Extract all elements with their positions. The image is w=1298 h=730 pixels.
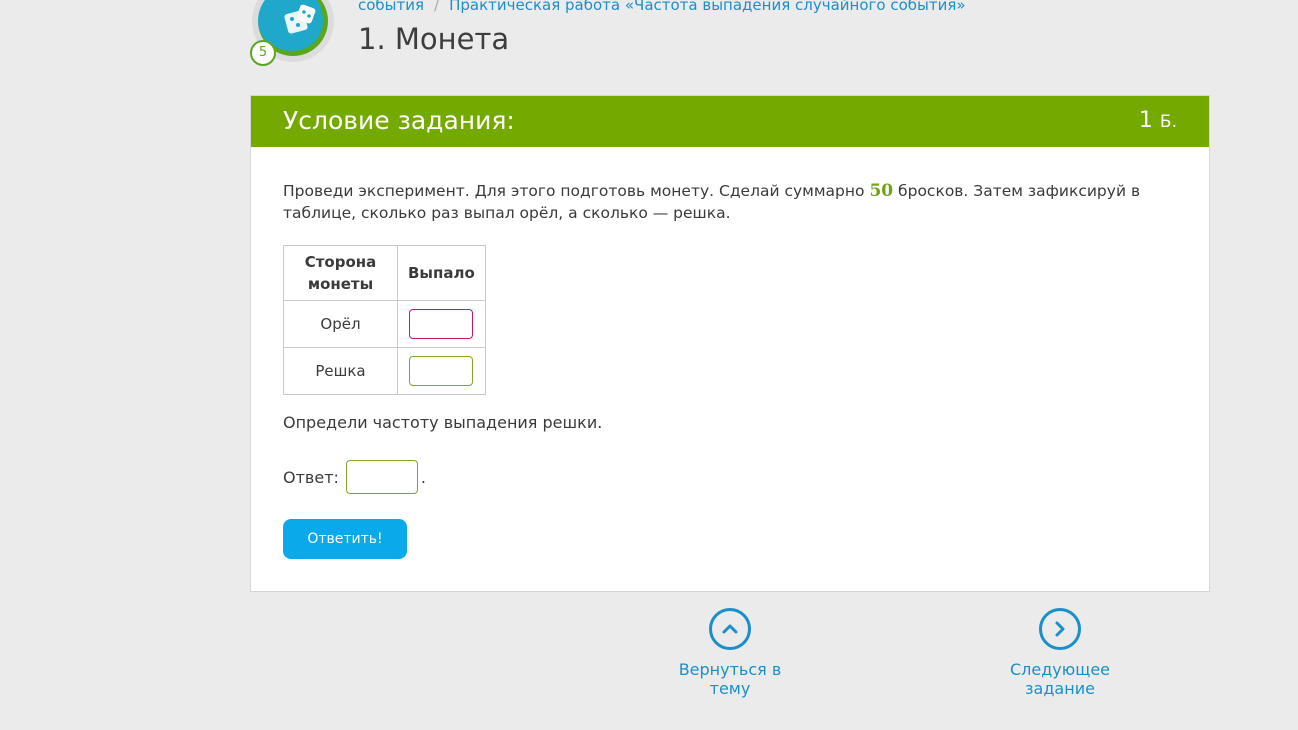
answer-label: Ответ:: [283, 467, 339, 487]
answer-row: Ответ: .: [283, 460, 426, 494]
next-task-label: Следующее задание: [1010, 660, 1110, 698]
results-table: Сторона монеты Выпало Орёл Решка: [283, 245, 486, 395]
breadcrumb: события / Практическая работа «Частота вып…: [358, 0, 966, 14]
chevron-right-icon: [1039, 608, 1081, 650]
task-card-header: Условие задания: 1 Б.: [251, 96, 1209, 147]
task-statement: Проведи эксперимент. Для этого подготовь…: [283, 180, 1183, 224]
task-points: 1 Б.: [1139, 108, 1177, 133]
breadcrumb-item-topic[interactable]: события: [358, 0, 424, 14]
table-header-row: Сторона монеты Выпало: [283, 245, 486, 301]
table-row: Решка: [283, 347, 486, 395]
submit-button[interactable]: Ответить!: [283, 519, 407, 559]
column-header-side: Сторона монеты: [283, 245, 398, 301]
question-text: Определи частоту выпадения решки.: [283, 413, 603, 432]
topic-badge: 5: [248, 0, 340, 66]
row-label-heads: Орёл: [283, 300, 398, 348]
chevron-up-icon: [709, 608, 751, 650]
level-indicator: 5: [250, 40, 276, 66]
task-card: Условие задания: 1 Б. Проведи эксперимен…: [250, 95, 1210, 592]
breadcrumb-item-work[interactable]: Практическая работа «Частота выпадения с…: [449, 0, 965, 14]
dice-icon: [284, 4, 316, 34]
back-to-topic-label: Вернуться в тему: [678, 660, 782, 698]
task-heading: Условие задания:: [283, 106, 515, 135]
heads-count-input[interactable]: [409, 309, 474, 339]
row-input-cell: [397, 300, 486, 348]
statement-text-start: Проведи эксперимент. Для этого подготовь…: [283, 182, 870, 200]
breadcrumb-separator: /: [434, 0, 440, 14]
statement-number: 50: [869, 181, 894, 201]
next-task-link[interactable]: Следующее задание: [978, 608, 1142, 698]
row-label-tails: Решка: [283, 347, 398, 395]
table-row: Орёл: [283, 300, 486, 348]
row-input-cell: [397, 347, 486, 395]
column-header-result: Выпало: [397, 245, 486, 301]
points-value: 1: [1138, 108, 1153, 133]
points-unit: Б.: [1159, 112, 1177, 132]
page-title: 1. Монета: [358, 22, 510, 56]
back-to-topic-link[interactable]: Вернуться в тему: [660, 608, 800, 698]
tails-count-input[interactable]: [409, 356, 474, 386]
answer-suffix: .: [420, 467, 426, 487]
answer-input[interactable]: [345, 460, 418, 494]
